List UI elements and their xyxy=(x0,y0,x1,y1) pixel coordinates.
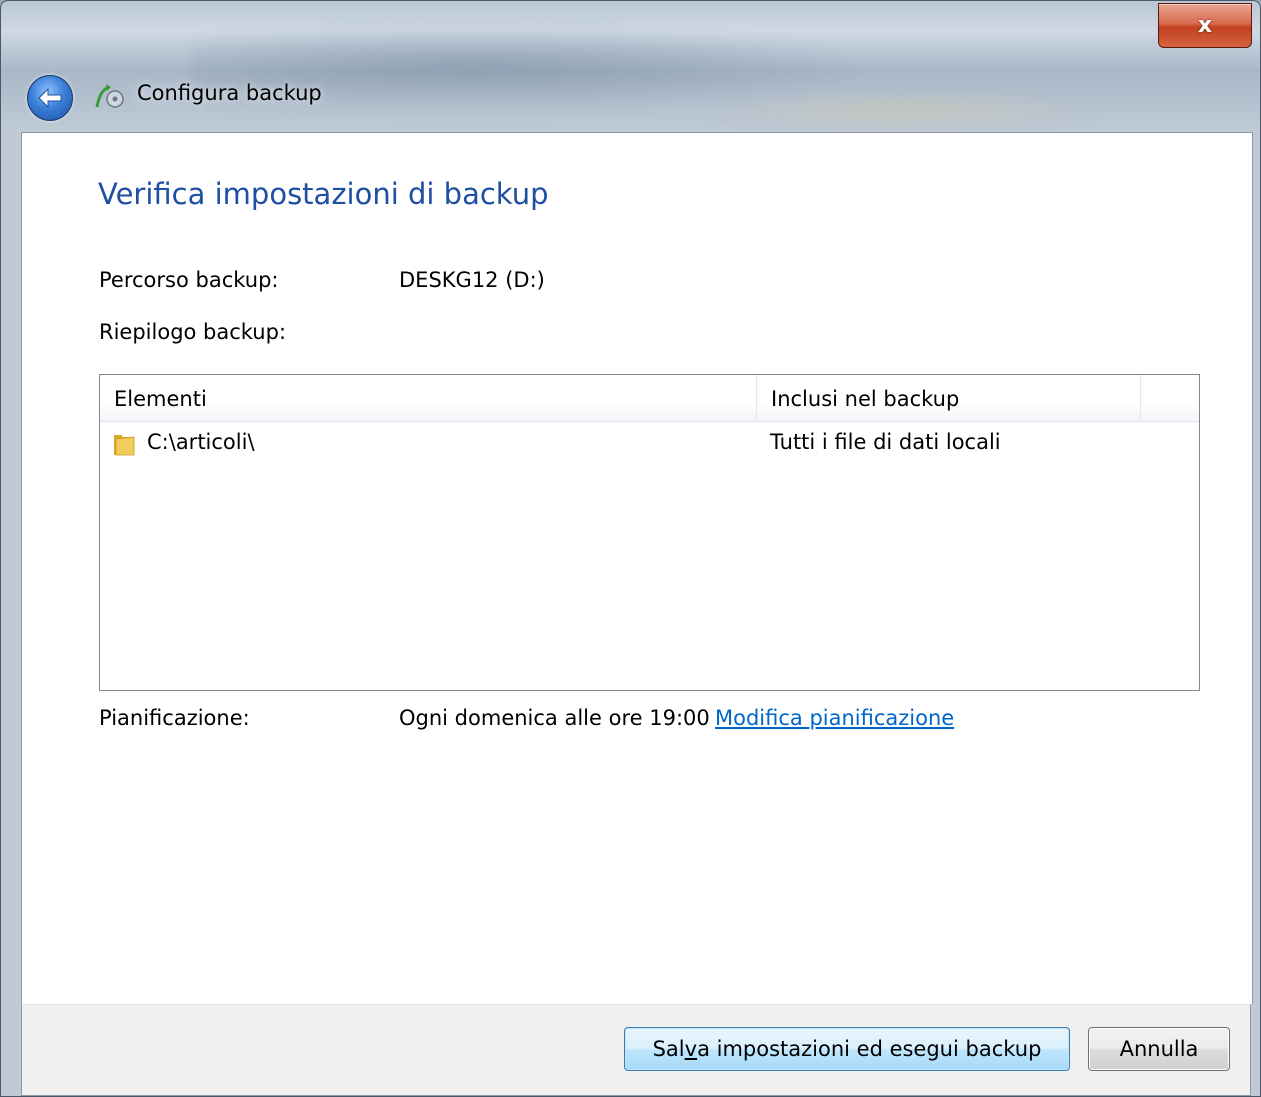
list-item[interactable]: C:\articoli\ Tutti i file di dati locali xyxy=(100,425,1199,465)
button-mnemonic: v xyxy=(684,1037,698,1061)
back-button[interactable] xyxy=(27,75,73,121)
close-button[interactable]: x xyxy=(1158,3,1252,48)
change-schedule-link[interactable]: Modifica pianificazione xyxy=(715,706,954,730)
item-path: C:\articoli\ xyxy=(147,430,255,454)
cancel-button[interactable]: Annulla xyxy=(1088,1027,1230,1071)
backup-location-value: DESKG12 (D:) xyxy=(399,268,545,292)
page-heading: Verifica impostazioni di backup xyxy=(98,177,549,211)
backup-location-label: Percorso backup: xyxy=(99,268,279,292)
list-header: Elementi Inclusi nel backup xyxy=(100,375,1199,422)
column-header-items[interactable]: Elementi xyxy=(100,375,757,421)
item-included: Tutti i file di dati locali xyxy=(770,430,1001,454)
close-icon: x xyxy=(1197,13,1213,38)
column-header-label: Elementi xyxy=(114,387,207,411)
column-header-label: Inclusi nel backup xyxy=(771,387,960,411)
glass-frame-decoration xyxy=(701,91,1101,131)
button-label-part: Sal xyxy=(652,1037,685,1061)
button-label-part: a impostazioni ed esegui backup xyxy=(697,1037,1042,1061)
window-title: Configura backup xyxy=(137,81,322,105)
backup-items-list[interactable]: Elementi Inclusi nel backup C:\articoli\… xyxy=(99,374,1200,691)
save-and-run-backup-button[interactable]: Sal v a impostazioni ed esegui backup xyxy=(624,1027,1070,1071)
wizard-content-panel: Verifica impostazioni di backup Percorso… xyxy=(21,132,1253,1004)
column-header-included[interactable]: Inclusi nel backup xyxy=(757,375,1141,421)
schedule-label: Pianificazione: xyxy=(99,706,250,730)
back-arrow-icon xyxy=(38,87,62,109)
backup-summary-label: Riepilogo backup: xyxy=(99,320,287,344)
backup-app-icon xyxy=(95,84,124,108)
wizard-footer: Sal v a impostazioni ed esegui backup Annu… xyxy=(21,1004,1251,1096)
backup-wizard-window: x Configura backup Verifica impostazioni… xyxy=(0,0,1261,1097)
schedule-value: Ogni domenica alle ore 19:00 xyxy=(399,706,710,730)
folder-icon xyxy=(114,435,135,456)
